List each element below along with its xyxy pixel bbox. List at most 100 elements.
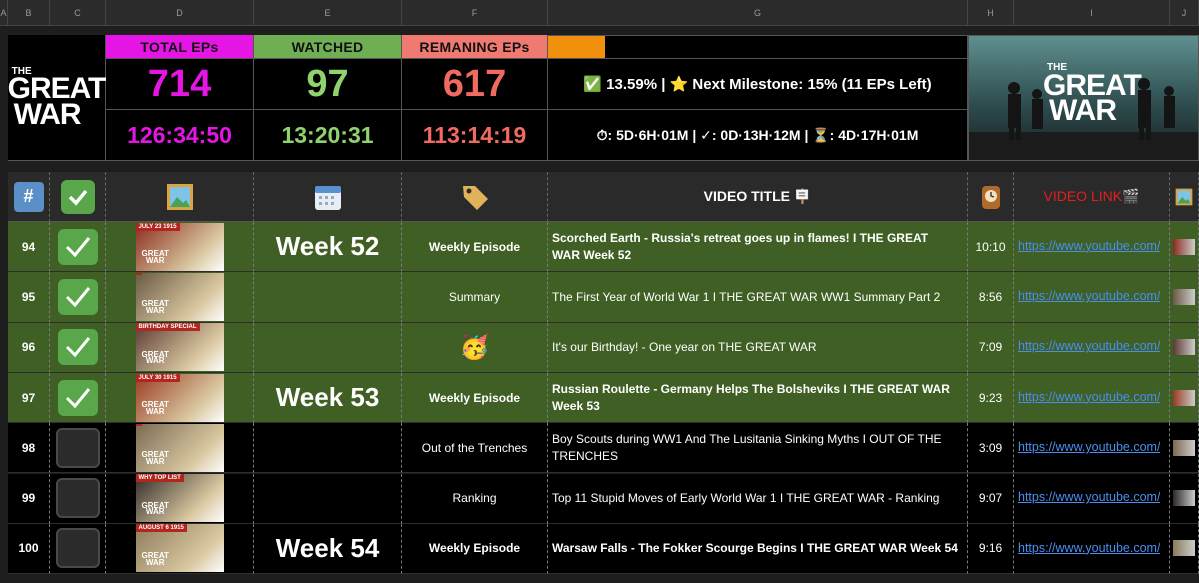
watched-checkbox[interactable] — [57, 379, 98, 416]
thumbnail-logo: GREAT WAR — [142, 451, 169, 466]
duration: 10:10 — [975, 239, 1006, 254]
episode-number: 96 — [21, 340, 36, 355]
extra-thumb-cell — [1170, 523, 1199, 575]
type-column-header[interactable] — [402, 172, 548, 222]
column-header-j[interactable]: J — [1170, 0, 1199, 26]
duration: 9:16 — [978, 541, 1003, 556]
video-thumbnail[interactable]: BIRTHDAY SPECIAL GREAT WAR — [135, 323, 224, 372]
title-cell: The First Year of World War 1 I THE GREA… — [548, 272, 968, 323]
thumbnail-logo: GREAT WAR — [142, 350, 169, 366]
column-header-i[interactable]: I — [1014, 0, 1170, 26]
extra-thumb-cell — [1170, 372, 1199, 424]
extra-column-header[interactable] — [1170, 172, 1199, 222]
column-header-f[interactable]: F — [402, 0, 548, 26]
link-cell[interactable]: https://www.youtube.com/ — [1014, 372, 1170, 424]
watched-checkbox[interactable] — [55, 528, 100, 569]
video-thumbnail[interactable]: GREAT WAR — [135, 423, 224, 472]
duration-cell: 3:09 — [968, 423, 1014, 474]
thumbnail-cell: JULY 30 1915 GREAT WAR — [106, 372, 254, 424]
video-link[interactable]: https://www.youtube.com/ — [1018, 238, 1160, 256]
column-header-c[interactable]: C — [50, 0, 106, 26]
picture-icon — [166, 183, 193, 210]
thumbnail-logo: GREAT WAR — [142, 400, 169, 416]
video-title-header[interactable]: VIDEO TITLE 🪧 — [548, 172, 968, 222]
video-link[interactable]: https://www.youtube.com/ — [1018, 540, 1160, 558]
great-war-logo: THE GREAT WAR — [8, 35, 106, 161]
column-header-a[interactable]: A — [0, 0, 8, 26]
video-thumbnail[interactable]: AUGUST 6 1915 GREAT WAR — [135, 524, 224, 573]
watched-cell[interactable] — [50, 523, 106, 575]
watched-cell[interactable] — [50, 372, 106, 424]
video-link[interactable]: https://www.youtube.com/ — [1018, 439, 1160, 457]
remaining-time: 113:14:19 — [402, 110, 548, 161]
watched-cell[interactable] — [50, 272, 106, 323]
link-cell[interactable]: https://www.youtube.com/ — [1014, 322, 1170, 373]
episode-type: Out of the Trenches — [421, 440, 528, 455]
link-cell[interactable]: https://www.youtube.com/ — [1014, 272, 1170, 323]
column-header-h[interactable]: H — [968, 0, 1014, 26]
banner-logo-war: WAR — [1049, 94, 1117, 127]
video-link-header[interactable]: VIDEO LINK🎬 — [1014, 172, 1170, 222]
week-cell: Week 53 — [254, 372, 402, 424]
watched-cell[interactable] — [50, 423, 106, 474]
thumbnail-logo-war: WAR — [145, 406, 165, 416]
video-thumbnail[interactable]: JULY 30 1915 GREAT WAR — [135, 373, 224, 422]
link-cell[interactable]: https://www.youtube.com/ — [1014, 222, 1170, 273]
link-cell[interactable]: https://www.youtube.com/ — [1014, 473, 1170, 524]
watched-cell[interactable] — [50, 322, 106, 373]
mini-thumbnail — [1173, 389, 1195, 406]
video-link[interactable]: https://www.youtube.com/ — [1018, 489, 1160, 507]
episode-type: Summary — [448, 289, 501, 304]
episode-type: Ranking — [452, 491, 497, 506]
episode-number: 97 — [21, 390, 36, 405]
thumbnail-banner: JULY 30 1915 — [135, 373, 180, 382]
column-header-b[interactable]: B — [8, 0, 50, 26]
watched-column-header[interactable] — [50, 172, 106, 222]
column-header-e[interactable]: E — [254, 0, 402, 26]
thumbnail-logo: GREAT WAR — [142, 250, 169, 265]
watched-checkbox[interactable] — [57, 329, 98, 366]
week-cell: Week 54 — [254, 523, 402, 575]
thumbnail-column-header[interactable] — [106, 172, 254, 222]
duration: 9:23 — [978, 390, 1003, 405]
duration-cell: 7:09 — [968, 322, 1014, 373]
video-link[interactable]: https://www.youtube.com/ — [1018, 389, 1160, 407]
week-cell — [254, 423, 402, 474]
remaining-eps-count: 617 — [402, 59, 548, 110]
column-letter: D — [176, 7, 183, 18]
mini-thumbnail — [1173, 339, 1195, 356]
watched-checkbox[interactable] — [57, 228, 98, 265]
watched-cell[interactable] — [50, 222, 106, 273]
mini-thumbnail — [1173, 288, 1195, 305]
episode-number: 99 — [21, 491, 36, 506]
column-header-g[interactable]: G — [548, 0, 968, 26]
mini-thumbnail — [1173, 540, 1195, 557]
number-column-header[interactable]: # — [8, 172, 50, 222]
row-number-cell: 99 — [8, 473, 50, 524]
thumbnail-cell: AUGUST 6 1915 GREAT WAR — [106, 523, 254, 575]
video-thumbnail[interactable]: WHY TOP LIST GREAT WAR — [135, 474, 224, 523]
extra-thumb-cell — [1170, 423, 1199, 474]
video-thumbnail[interactable]: GREAT WAR — [135, 272, 224, 321]
watched-cell[interactable] — [50, 473, 106, 524]
thumbnail-cell: WHY TOP LIST GREAT WAR — [106, 473, 254, 524]
week-cell: Week 52 — [254, 222, 402, 273]
watched-checkbox[interactable] — [55, 427, 100, 468]
episode-type: Weekly Episode — [428, 390, 521, 405]
clock-icon — [981, 185, 1000, 209]
thumbnail-logo: GREAT WAR — [142, 551, 169, 567]
column-header-d[interactable]: D — [106, 0, 254, 26]
link-cell[interactable]: https://www.youtube.com/ — [1014, 523, 1170, 575]
row-number-cell: 96 — [8, 322, 50, 373]
video-link[interactable]: https://www.youtube.com/ — [1018, 338, 1160, 356]
watched-checkbox[interactable] — [57, 278, 98, 315]
link-cell[interactable]: https://www.youtube.com/ — [1014, 423, 1170, 474]
watched-checkbox[interactable] — [55, 478, 100, 519]
banner-logo: THE GREAT WAR — [1043, 63, 1142, 127]
video-link[interactable]: https://www.youtube.com/ — [1018, 288, 1160, 306]
thumbnail-banner: BIRTHDAY SPECIAL — [135, 323, 200, 332]
total-eps-count: 714 — [106, 59, 254, 110]
video-thumbnail[interactable]: JULY 23 1915 GREAT WAR — [135, 222, 224, 271]
week-column-header[interactable] — [254, 172, 402, 222]
duration-column-header[interactable] — [968, 172, 1014, 222]
